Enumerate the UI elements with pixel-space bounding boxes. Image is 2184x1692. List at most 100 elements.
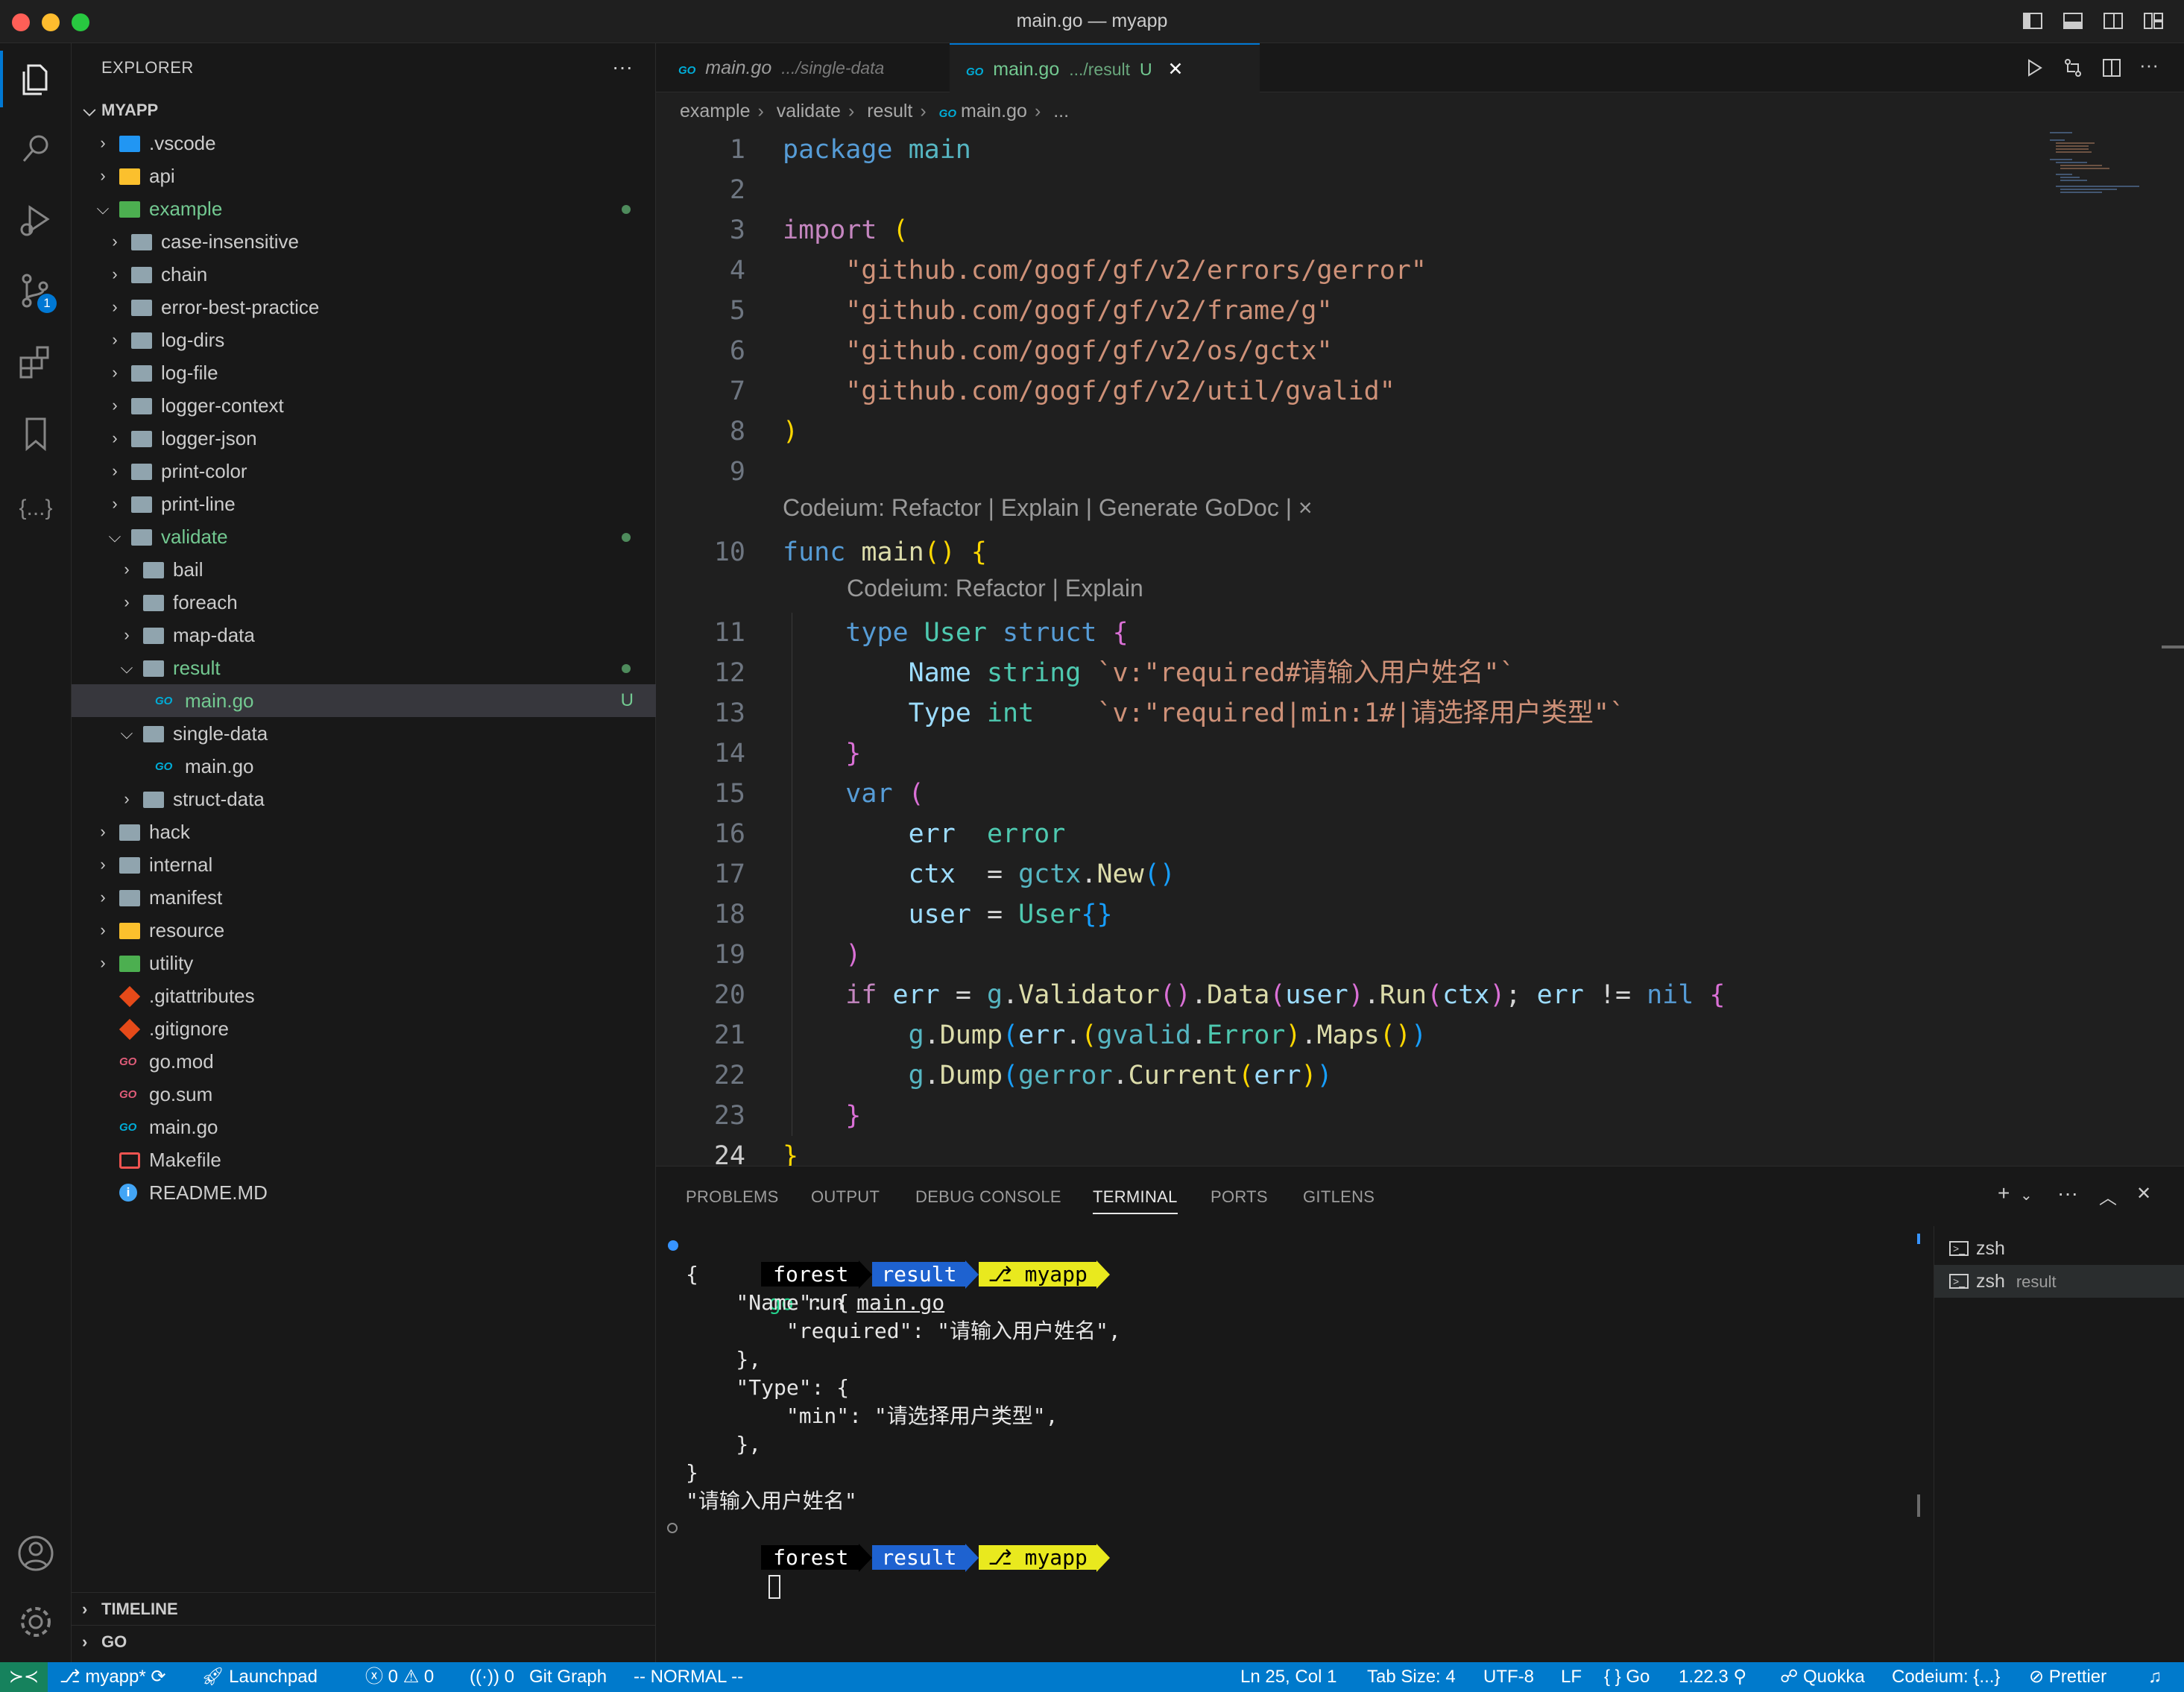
file-item[interactable]: GO main.go U [72,684,656,717]
run-file-icon[interactable] [2023,57,2045,79]
panel-tab-terminal[interactable]: TERMINAL [1093,1187,1178,1214]
folder-item[interactable]: ⌵ result [72,651,656,684]
bookmarks-icon[interactable] [15,413,57,455]
folder-item[interactable]: › chain [72,258,656,291]
folder-item[interactable]: ⌵ single-data [72,717,656,750]
panel-tab-problems[interactable]: PROBLEMS [686,1187,779,1207]
close-panel-icon[interactable]: ✕ [2136,1183,2151,1205]
file-item[interactable]: GO go.mod [72,1045,656,1078]
folder-item[interactable]: › bail [72,553,656,586]
code-editor[interactable]: 1 package main 2 3 import (4 "github.com/gog… [656,130,2184,1166]
file-item[interactable]: GO go.sum [72,1078,656,1111]
breadcrumb-item[interactable]: example [680,101,751,121]
toggle-panel-icon[interactable] [2062,10,2084,32]
maximize-panel-icon[interactable]: ︿ [2099,1183,2117,1209]
tab-main-go-result[interactable]: GO main.go .../result U ✕ [950,43,1260,92]
file-item[interactable]: .gitattributes [72,979,656,1012]
extensions-icon[interactable] [15,341,57,383]
toggle-secondary-sidebar-icon[interactable] [2102,10,2124,32]
launchpad-status[interactable]: 🚀︎ Launchpad [201,1662,318,1692]
explorer-icon[interactable] [15,58,57,100]
toggle-primary-sidebar-icon[interactable] [2022,10,2044,32]
folder-item[interactable]: › case-insensitive [72,225,656,258]
terminal-scrollbar[interactable] [1917,1494,1920,1517]
tree-item-label: .gitignore [149,1017,229,1040]
folder-item[interactable]: › error-best-practice [72,291,656,323]
terminal-scrollbar[interactable] [1917,1234,1920,1244]
terminal-tab-zsh[interactable]: >_ zsh [1934,1232,2184,1265]
go-version[interactable]: 1.22.3 ⚲ [1679,1662,1746,1692]
workspace-root[interactable]: ⌵ MYAPP [72,94,656,127]
terminal-tab-zsh-result[interactable]: >_ zsh result [1934,1265,2184,1298]
panel-more-icon[interactable]: ··· [2057,1181,2078,1205]
folder-item[interactable]: ⌵ validate [72,520,656,553]
folder-item[interactable]: › utility [72,947,656,979]
settings-gear-icon[interactable] [15,1601,57,1643]
folder-item[interactable]: › api [72,160,656,192]
breadcrumb-item[interactable]: validate [777,101,841,121]
quokka-status[interactable]: ☍ Quokka [1780,1662,1865,1692]
eol[interactable]: LF [1561,1662,1582,1692]
folder-item[interactable]: › log-file [72,356,656,389]
search-icon[interactable] [15,128,57,170]
folder-item[interactable]: › print-color [72,455,656,487]
codeium-status[interactable]: Codeium: {...} [1892,1662,2000,1692]
new-terminal-icon[interactable]: + [1998,1181,2010,1205]
breadcrumb-item[interactable]: main.go [961,101,1027,121]
problems-status[interactable]: ⓧ 0 ⚠ 0 [365,1662,434,1692]
folder-item[interactable]: › .vscode [72,127,656,160]
folder-item[interactable]: › manifest [72,881,656,914]
tab-main-go-single-data[interactable]: GO main.go .../single-data [668,43,950,92]
editor-more-actions-icon[interactable]: ··· [2139,54,2159,77]
notifications-bell-icon[interactable]: ♫ [2148,1662,2162,1692]
file-item[interactable]: i README.MD [72,1176,656,1209]
customize-layout-icon[interactable] [2142,10,2165,32]
branch-status[interactable]: ⎇ myapp* ⟳ [60,1662,165,1692]
minimap[interactable] [2050,130,2154,219]
folder-item[interactable]: ⌵ example [72,192,656,225]
explorer-more-actions-button[interactable]: ··· [612,55,633,79]
json-outline-icon[interactable]: {...} [15,487,57,529]
file-item[interactable]: GO main.go [72,750,656,783]
panel-tab-gitlens[interactable]: GITLENS [1303,1187,1375,1207]
folder-item[interactable]: › internal [72,848,656,881]
timeline-section-header[interactable]: › TIMELINE [72,1592,656,1625]
breadcrumb-item[interactable]: ... [1053,101,1069,121]
go-section-header[interactable]: › GO [72,1625,656,1658]
remote-indicator[interactable]: ≻≺ [0,1662,48,1692]
chevron-down-icon[interactable]: ⌄ [2020,1186,2033,1205]
run-debug-icon[interactable] [15,200,57,242]
folder-item[interactable]: › hack [72,815,656,848]
language-mode[interactable]: { } Go [1604,1662,1650,1692]
folder-item[interactable]: › resource [72,914,656,947]
editor-scrollbar-thumb[interactable] [2162,645,2184,648]
folder-item[interactable]: › logger-json [72,422,656,455]
split-editor-icon[interactable] [2101,57,2123,79]
file-item[interactable]: Makefile [72,1143,656,1176]
prettier-status[interactable]: ⊘ Prettier [2029,1662,2106,1692]
panel-tab-ports[interactable]: PORTS [1211,1187,1268,1207]
tab-size[interactable]: Tab Size: 4 [1367,1662,1456,1692]
folder-item[interactable]: › log-dirs [72,323,656,356]
ports-status[interactable]: ((·)) 0 [470,1662,514,1692]
breadcrumb-item[interactable]: result [867,101,912,121]
folder-item[interactable]: › print-line [72,487,656,520]
cursor-position[interactable]: Ln 25, Col 1 [1240,1662,1336,1692]
folder-item[interactable]: › map-data [72,619,656,651]
folder-item[interactable]: › struct-data [72,783,656,815]
panel-tab-output[interactable]: OUTPUT [811,1187,880,1207]
file-item[interactable]: GO main.go [72,1111,656,1143]
git-graph-button[interactable]: Git Graph [529,1662,607,1692]
tab-close-button[interactable]: ✕ [1168,59,1184,80]
file-item[interactable]: .gitignore [72,1012,656,1045]
terminal[interactable]: forest result ⎇ myapp go run main.go { "Na… [656,1226,1932,1663]
accounts-icon[interactable] [15,1532,57,1574]
codeium-code-lens[interactable]: Codeium: Refactor | Explain [847,568,1143,608]
encoding[interactable]: UTF-8 [1483,1662,1534,1692]
folder-item[interactable]: › logger-context [72,389,656,422]
codeium-code-lens[interactable]: Codeium: Refactor | Explain | Generate G… [783,487,1313,528]
window-title: main.go — myapp [1016,10,1168,31]
panel-tab-debug-console[interactable]: DEBUG CONSOLE [915,1187,1061,1207]
open-changes-icon[interactable] [2062,57,2084,79]
folder-item[interactable]: › foreach [72,586,656,619]
